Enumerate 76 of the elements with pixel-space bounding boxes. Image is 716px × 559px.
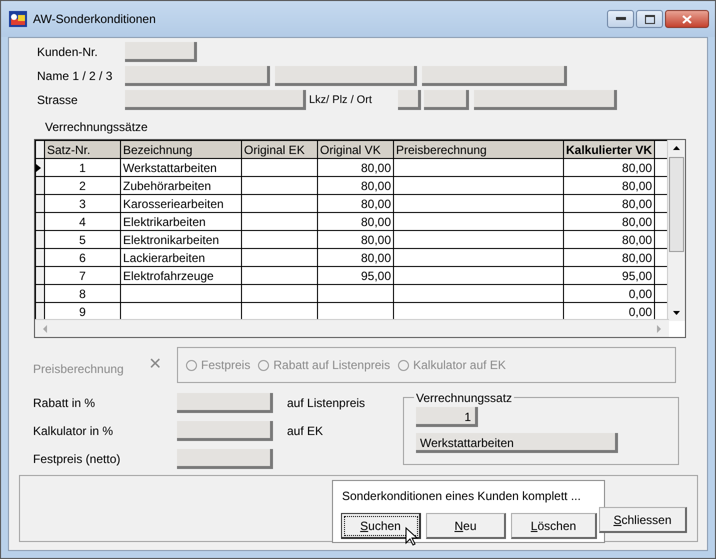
column-header: Original EK [242,140,318,158]
table-cell: 0,00 [628,286,652,300]
action-button[interactable]: Löschen [511,513,597,539]
column-header: Satz-Nr. [44,140,120,158]
input-field[interactable] [275,66,417,86]
table-cell: Werkstattarbeiten [123,160,217,174]
table-cell: 8 [79,286,86,300]
column-header: Original VK [318,140,394,158]
table-cell: 95,00 [622,268,652,282]
group-title: Sonderkonditionen eines Kunden komplett ... [342,488,582,505]
table-cell: Karosseriearbeiten [123,196,224,210]
input-field[interactable] [177,393,273,413]
table-cell: 80,00 [360,178,391,192]
table-cell: 80,00 [360,250,391,264]
close-button[interactable] [665,10,709,28]
table-cell: 80,00 [360,214,391,228]
minimize-icon [616,17,626,21]
input-field[interactable] [398,90,421,110]
table-cell: Zubehörarbeiten [123,178,212,192]
table-cell: 3 [79,196,86,210]
section-title: Verrechnungssätze [45,119,149,136]
field-label: Kalkulator in % [33,423,114,440]
input-field[interactable] [125,42,197,62]
table-cell: 7 [79,268,86,282]
field-label: Kunden-Nr. [37,44,99,61]
field-label: Preisberechnung [33,361,125,378]
table-cell: Elektrofahrzeuge [123,268,214,282]
field-label: Festpreis (netto) [33,451,122,468]
table-cell: 9 [79,304,86,318]
input-field[interactable] [422,66,567,86]
table-cell: 80,00 [360,160,391,174]
table-cell: 80,00 [622,178,652,192]
number-field: 1 [416,407,478,427]
field-label: Name 1 / 2 / 3 [37,68,114,85]
maximize-icon [644,14,654,24]
column-header: Bezeichnung [120,140,242,158]
window-title: AW-Sonderkonditionen [33,11,157,28]
field-label: Lkz/ Plz / Ort [308,92,373,108]
input-field[interactable] [177,449,273,469]
table-cell: 80,00 [360,232,391,246]
table-cell: 1 [79,160,86,174]
table-cell: 95,00 [360,268,391,282]
input-field[interactable] [474,90,617,110]
input-field[interactable] [177,421,273,441]
action-button[interactable]: Neu [426,513,506,539]
input-field[interactable] [125,66,270,86]
field-label: auf Listenpreis [287,395,366,412]
column-header: Kalkulierter VK [564,140,655,158]
column-header: Preisberechnung [394,140,564,158]
table-cell: 80,00 [622,232,652,246]
table-cell: Lackierarbeiten [123,250,206,264]
table-cell: 80,00 [622,250,652,264]
table-cell: Elektrikarbeiten [123,214,206,228]
scroll-thumb[interactable] [669,157,684,252]
table-cell: 4 [79,214,86,228]
app-icon [9,11,27,27]
field-label: Rabatt in % [33,395,96,412]
field-label: Strasse [37,92,79,109]
field-label: auf EK [287,423,324,440]
table-cell: 2 [79,178,86,192]
table-cell: Elektronikarbeiten [123,232,220,246]
action-button[interactable]: Suchen [341,513,421,539]
table-cell: 6 [79,250,86,264]
table-cell: 80,00 [622,160,652,174]
action-button[interactable]: Schliessen [599,507,687,533]
close-icon [682,14,692,24]
minimize-button[interactable] [607,10,634,28]
input-field[interactable] [125,90,306,110]
name-field: Werkstattarbeiten [416,433,618,453]
maximize-button[interactable] [636,10,663,28]
table-cell: 80,00 [360,196,391,210]
table-cell: 80,00 [622,196,652,210]
table-cell: 0,00 [628,304,652,318]
table-cell: 80,00 [622,214,652,228]
input-field[interactable] [424,90,469,110]
table-cell: 5 [79,232,86,246]
